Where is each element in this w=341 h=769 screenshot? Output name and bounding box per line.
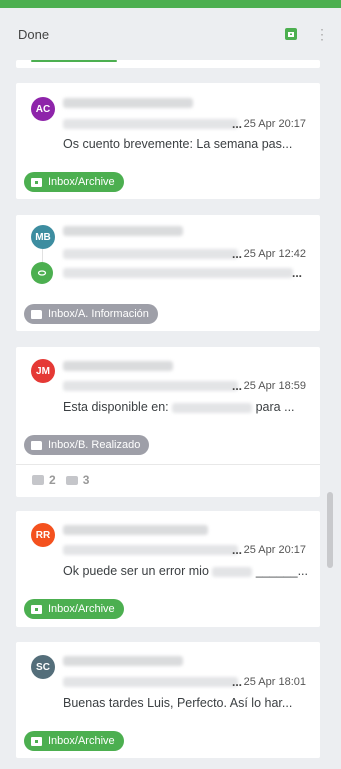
message-card[interactable]: MB ... 25 Apr 12:42 ... Inbox/A. Informa… <box>16 215 320 331</box>
column-header: Done ⋮ <box>0 8 341 60</box>
snippet-end: ______... <box>255 564 309 578</box>
subject-redacted <box>63 545 238 555</box>
subject-ellipsis: ... <box>232 117 243 131</box>
archive-icon[interactable] <box>285 28 297 40</box>
message-card[interactable]: AC ... 25 Apr 20:17 Os cuento brevemente… <box>16 83 320 199</box>
avatar: SC <box>31 655 55 679</box>
folder-icon <box>31 309 42 319</box>
message-date: 25 Apr 20:17 <box>243 544 306 556</box>
message-card[interactable]: RR ... 25 Apr 20:17 Ok puede ser un erro… <box>16 511 320 627</box>
tag-text: Inbox/A. Información <box>48 308 149 320</box>
message-date: 25 Apr 18:01 <box>243 676 306 688</box>
avatar: RR <box>31 523 55 547</box>
tag-text: Inbox/Archive <box>48 735 115 747</box>
thread-stats: 2 3 <box>32 473 89 487</box>
stack-icon <box>65 475 78 485</box>
stack-count[interactable]: 3 <box>65 473 90 487</box>
sender-name-redacted <box>63 525 208 535</box>
divider <box>16 464 320 465</box>
subject-redacted <box>63 381 238 391</box>
thread-line <box>42 249 43 263</box>
note-icon <box>32 475 44 485</box>
tag-label[interactable]: Inbox/Archive <box>24 172 124 192</box>
subject-ellipsis: ... <box>232 543 243 557</box>
sender-name-redacted <box>63 361 173 371</box>
message-snippet: Buenas tardes Luis, Perfecto. Así lo har… <box>63 696 293 710</box>
more-vertical-icon[interactable]: ⋮ <box>315 27 329 41</box>
tag-label[interactable]: Inbox/Archive <box>24 731 124 751</box>
tag-label[interactable]: Inbox/B. Realizado <box>24 435 150 455</box>
stack-count-value: 3 <box>82 473 90 487</box>
sender-name-redacted <box>63 226 183 236</box>
tag-text: Inbox/B. Realizado <box>48 439 141 451</box>
snippet-start: Ok puede ser un error mio <box>63 564 209 578</box>
message-card[interactable]: JM ... 25 Apr 18:59 Esta disponible en: … <box>16 347 320 497</box>
snippet-redacted <box>172 402 253 413</box>
attachment-icon <box>31 262 53 284</box>
sender-name-redacted <box>63 656 183 666</box>
tag-label[interactable]: Inbox/Archive <box>24 599 124 619</box>
subject-redacted <box>63 677 238 687</box>
tag-partial <box>31 60 117 62</box>
sender-name-redacted <box>63 98 193 108</box>
subject-ellipsis: ... <box>232 379 243 393</box>
message-date: 25 Apr 18:59 <box>243 380 306 392</box>
avatar: MB <box>31 225 55 249</box>
subject-redacted <box>63 119 238 129</box>
message-snippet: Ok puede ser un error mio ______... <box>63 564 308 578</box>
message-snippet: Esta disponible en: para ... <box>63 400 295 414</box>
subject-ellipsis: ... <box>232 247 243 261</box>
snippet-end: para ... <box>255 400 295 414</box>
snippet-redacted <box>212 566 253 577</box>
message-card-partial[interactable] <box>16 60 320 68</box>
message-date: 25 Apr 20:17 <box>243 118 306 130</box>
snippet-redacted <box>63 268 293 278</box>
tag-text: Inbox/Archive <box>48 603 115 615</box>
archive-icon <box>31 604 42 614</box>
message-snippet: Os cuento brevemente: La semana pas... <box>63 137 293 151</box>
notes-count-value: 2 <box>49 473 56 487</box>
top-accent-bar <box>0 0 341 8</box>
archive-icon <box>31 177 42 187</box>
message-card[interactable]: SC ... 25 Apr 18:01 Buenas tardes Luis, … <box>16 642 320 758</box>
tag-label[interactable]: Inbox/A. Información <box>24 304 158 324</box>
message-list[interactable]: AC ... 25 Apr 20:17 Os cuento brevemente… <box>0 60 341 769</box>
avatar: JM <box>31 359 55 383</box>
folder-icon <box>31 440 42 450</box>
snippet-start: Esta disponible en: <box>63 400 169 414</box>
subject-ellipsis: ... <box>232 675 243 689</box>
notes-count[interactable]: 2 <box>32 473 56 487</box>
snippet-ellipsis: ... <box>292 266 303 280</box>
column-title: Done <box>18 26 50 42</box>
tag-text: Inbox/Archive <box>48 176 115 188</box>
subject-redacted <box>63 249 238 259</box>
avatar: AC <box>31 97 55 121</box>
archive-icon <box>31 736 42 746</box>
message-date: 25 Apr 12:42 <box>243 248 306 260</box>
scrollbar[interactable] <box>327 492 333 568</box>
